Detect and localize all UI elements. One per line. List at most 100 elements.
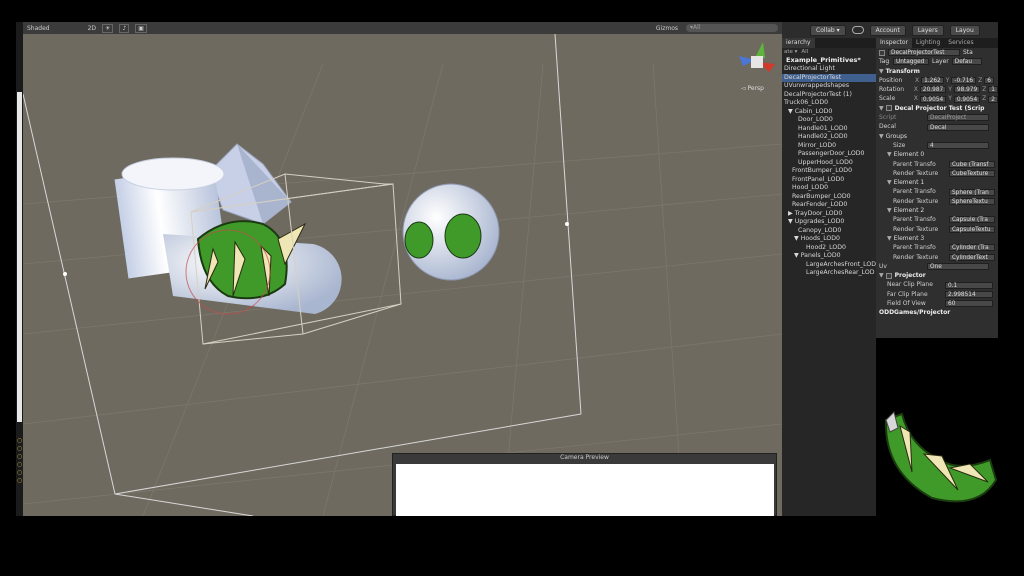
hierarchy-item[interactable]: DecalProjectorTest — [782, 73, 876, 82]
group-element-header[interactable]: ▼ Element 3 — [876, 234, 998, 243]
collapse-arrow-icon[interactable]: ▼ — [879, 132, 884, 141]
hierarchy-item[interactable]: UVunwrappedshapes — [782, 82, 876, 91]
scale-z-field[interactable]: 2 — [988, 95, 998, 103]
projector-component-header[interactable]: ▼ Projector — [876, 271, 998, 280]
group-element-header[interactable]: ▼ Element 0 — [876, 150, 998, 159]
collapse-arrow-icon[interactable]: ▼ — [887, 234, 892, 243]
scene-search-input[interactable]: ▾All — [686, 24, 778, 32]
scale-y-field[interactable]: 0.9054 — [953, 95, 981, 103]
decal-field[interactable]: Decal — [927, 123, 989, 131]
object-name-field[interactable]: DecalProjectorTest — [888, 49, 960, 57]
scene-view[interactable]: Shaded 2D ☀ ♪ ▣ Gizmos ▾All ◅ Persp — [23, 22, 782, 516]
sphere-object[interactable] — [402, 183, 500, 281]
render-texture-field[interactable]: CubeTexture — [949, 170, 995, 177]
collapse-arrow-icon[interactable]: ▼ — [879, 67, 884, 76]
size-field[interactable]: 4 — [927, 142, 989, 150]
lighting-toggle-icon[interactable]: ☀ — [102, 23, 114, 33]
collapse-arrow-icon[interactable]: ▼ — [887, 206, 892, 215]
groups-row[interactable]: ▼ Groups — [876, 132, 998, 141]
rotation-z-field[interactable]: 1 — [988, 86, 998, 94]
active-checkbox[interactable] — [879, 49, 885, 56]
hierarchy-item[interactable]: Canopy_LOD0 — [782, 227, 876, 236]
collapse-arrow-icon[interactable]: ▼ — [879, 104, 884, 113]
parent-transform-label: Parent Transfo — [893, 244, 936, 252]
position-x-field[interactable]: 1.262 — [921, 77, 944, 85]
collab-button[interactable]: Collab ▾ — [810, 24, 846, 36]
near-clip-field[interactable]: 0.1 — [945, 281, 993, 289]
parent-transform-field[interactable]: Capsule (Tra — [949, 216, 995, 224]
hierarchy-item[interactable]: LargeArchesRear_LOD — [782, 269, 876, 278]
element-label: Element 2 — [893, 207, 925, 215]
fov-field[interactable]: 60 — [945, 300, 993, 308]
hierarchy-item[interactable]: UpperHood_LOD0 — [782, 159, 876, 168]
gizmos-dropdown[interactable]: Gizmos — [656, 25, 678, 32]
position-y-field[interactable]: -0.716 — [951, 77, 977, 85]
group-element-header[interactable]: ▼ Element 2 — [876, 206, 998, 215]
rotation-x-field[interactable]: 20.987 — [919, 86, 947, 94]
tab-services[interactable]: Services — [944, 38, 977, 48]
parent-transform-field[interactable]: Cylinder (Tra — [949, 244, 995, 252]
parent-transform-field[interactable]: Sphere (Tran — [949, 188, 995, 196]
account-button[interactable]: Account — [869, 24, 906, 36]
hierarchy-item[interactable]: FrontBumper_LOD0 — [782, 167, 876, 176]
effects-toggle-icon[interactable]: ▣ — [135, 23, 147, 33]
scene-root[interactable]: Example_Primitives* — [782, 56, 876, 65]
audio-toggle-icon[interactable]: ♪ — [119, 23, 130, 33]
create-dropdown[interactable]: ate ▾ — [784, 49, 797, 55]
group-element-header[interactable]: ▼ Element 1 — [876, 178, 998, 187]
hierarchy-item[interactable]: Door_LOD0 — [782, 116, 876, 125]
hierarchy-item[interactable]: DecalProjectorTest (1) — [782, 91, 876, 100]
hierarchy-item[interactable]: ▼ Cabin_LOD0 — [782, 108, 876, 117]
collapse-arrow-icon[interactable]: ▼ — [887, 150, 892, 159]
hierarchy-item[interactable]: ▼ Upgrades_LOD0 — [782, 218, 876, 227]
hierarchy-item[interactable]: Directional Light — [782, 65, 876, 74]
far-clip-field[interactable]: 2.998514 — [945, 290, 993, 298]
render-texture-field[interactable]: CapsuleTextu — [949, 225, 995, 233]
perspective-label[interactable]: ◅ Persp — [741, 85, 764, 92]
layout-button[interactable]: Layou — [949, 24, 980, 36]
position-z-field[interactable]: 6 — [984, 77, 994, 85]
layer-dropdown[interactable]: Defau — [951, 58, 982, 66]
hierarchy-item[interactable]: FrontPanel_LOD0 — [782, 176, 876, 185]
uv-dropdown[interactable]: One — [927, 262, 989, 270]
script-component-header[interactable]: ▼ Decal Projector Test (Scrip — [876, 104, 998, 113]
2d-toggle[interactable]: 2D — [88, 25, 96, 32]
scale-row: Scale X 0.9054 Y 0.9054 Z2 — [876, 94, 998, 103]
frustum-handle[interactable] — [63, 272, 67, 276]
component-enabled-checkbox[interactable] — [885, 105, 892, 112]
orientation-gizmo-icon[interactable] — [735, 38, 781, 84]
shading-mode-dropdown[interactable]: Shaded — [27, 25, 50, 32]
render-texture-field[interactable]: SphereTextu — [949, 197, 995, 205]
layers-button[interactable]: Layers — [911, 24, 944, 36]
hierarchy-item[interactable]: RearFender_LOD0 — [782, 201, 876, 210]
tag-dropdown[interactable]: Untagged — [893, 58, 929, 66]
hierarchy-search-input[interactable]: All — [801, 49, 808, 55]
collapse-arrow-icon[interactable]: ▼ — [887, 178, 892, 187]
collapse-arrow-icon[interactable]: ▼ — [879, 271, 884, 280]
render-texture-field[interactable]: CylinderText — [949, 253, 995, 261]
hierarchy-item[interactable]: ▶ TrayDoor_LOD0 — [782, 210, 876, 219]
transform-header[interactable]: ▼ Transform — [876, 67, 998, 76]
hierarchy-item[interactable]: Hood2_LOD0 — [782, 244, 876, 253]
hierarchy-item[interactable]: Truck06_LOD0 — [782, 99, 876, 108]
parent-transform-field[interactable]: Cube (Transf — [949, 160, 995, 168]
hierarchy-item[interactable]: ▼ Hoods_LOD0 — [782, 235, 876, 244]
hierarchy-item[interactable]: LargeArchesFront_LOD — [782, 261, 876, 270]
hierarchy-item[interactable]: Handle01_LOD0 — [782, 125, 876, 134]
hierarchy-item[interactable]: Hood_LOD0 — [782, 184, 876, 193]
hierarchy-item[interactable]: Handle02_LOD0 — [782, 133, 876, 142]
projector-enabled-checkbox[interactable] — [885, 272, 892, 279]
scene-canvas[interactable] — [23, 34, 782, 516]
frustum-handle[interactable] — [565, 222, 569, 226]
hierarchy-item[interactable]: RearBumper_LOD0 — [782, 193, 876, 202]
hierarchy-item[interactable]: PassengerDoor_LOD0 — [782, 150, 876, 159]
hierarchy-item[interactable]: Mirror_LOD0 — [782, 142, 876, 151]
tab-lighting[interactable]: Lighting — [912, 38, 944, 48]
hierarchy-item[interactable]: ▼ Panels_LOD0 — [782, 252, 876, 261]
cloud-icon[interactable] — [851, 26, 864, 34]
tab-inspector[interactable]: Inspector — [876, 38, 912, 48]
scale-x-field[interactable]: 0.9054 — [919, 95, 947, 103]
rotation-y-field[interactable]: 98.979 — [953, 86, 981, 94]
tab-hierarchy[interactable]: ierarchy — [782, 38, 815, 48]
static-toggle[interactable]: Sta — [963, 48, 973, 57]
